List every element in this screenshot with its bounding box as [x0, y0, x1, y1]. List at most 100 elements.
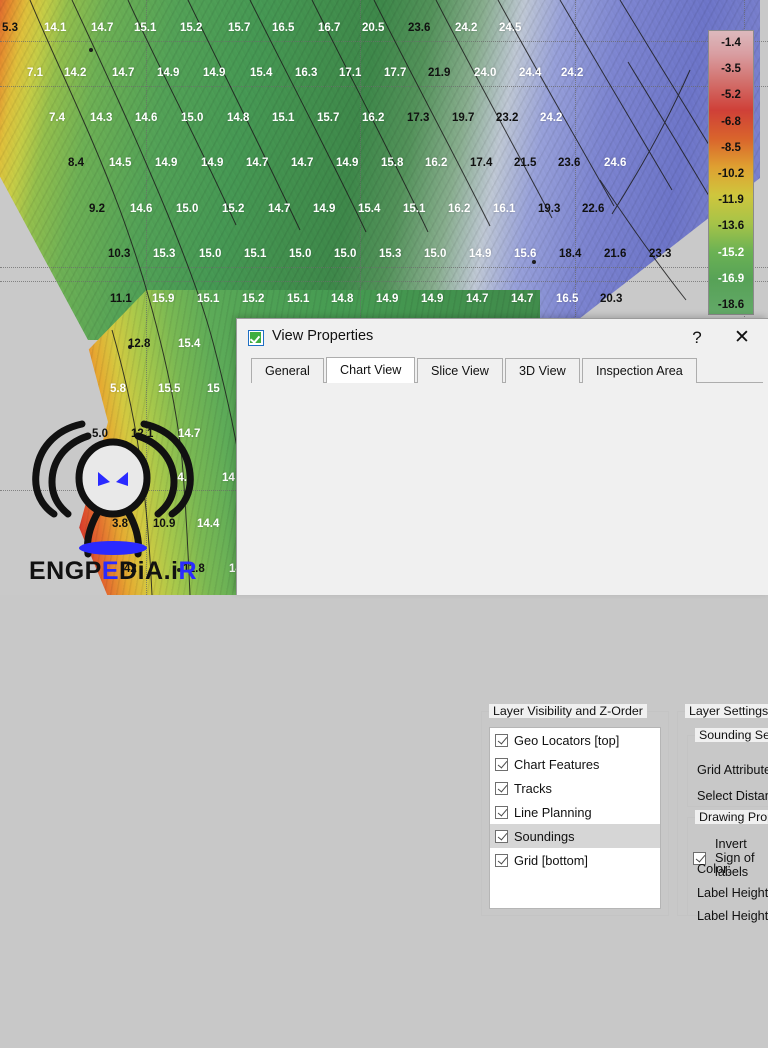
sounding-label: 7.1	[27, 67, 43, 79]
graticule-line-horizontal	[0, 281, 768, 282]
sounding-label: 5.3	[2, 22, 18, 34]
tab-strip[interactable]: General Chart View Slice View 3D View Inspec…	[237, 357, 768, 383]
layer-visibility-group-title: Layer Visibility and Z-Order	[489, 704, 647, 718]
sounding-label: 14.2	[64, 67, 87, 79]
layer-list-item[interactable]: Soundings	[490, 824, 660, 848]
tab-3d-view[interactable]: 3D View	[505, 358, 580, 383]
watermark-text: ENGPEDiA.iR	[10, 557, 216, 586]
view-properties-dialog[interactable]: View Properties ? ✕ General Chart View Sli…	[236, 318, 768, 923]
layer-list-item[interactable]: Tracks	[490, 776, 660, 800]
sounding-label: 16.5	[272, 22, 295, 34]
sounding-label: 19.3	[538, 203, 561, 215]
layer-list-item[interactable]: Grid [bottom]	[490, 848, 660, 872]
depth-color-scale[interactable]: -1.4 -3.5 -5.2 -6.8 -8.5 -10.2 -11.9 -13.6 -15.2…	[708, 30, 754, 315]
sounding-label: 14.6	[135, 112, 158, 124]
sounding-label: 14.7	[511, 293, 534, 305]
layer-visibility-checkbox[interactable]	[495, 805, 508, 819]
watermark-text-3: DiA.i	[119, 557, 179, 585]
sounding-label: 15.4	[178, 338, 201, 350]
sounding-label: 15.3	[379, 248, 402, 260]
sounding-label: 5.8	[110, 383, 126, 395]
sounding-label: 14.7	[466, 293, 489, 305]
layer-visibility-checkbox[interactable]	[495, 757, 508, 771]
sounding-label: 9.2	[89, 203, 105, 215]
sounding-label: 17.7	[384, 67, 407, 79]
sounding-label: 15.4	[358, 203, 381, 215]
layer-visibility-checkbox[interactable]	[495, 829, 508, 843]
tab-slice-view[interactable]: Slice View	[417, 358, 503, 383]
layer-visibility-checkbox[interactable]	[495, 781, 508, 795]
label-height-label: Label Height:	[697, 909, 768, 923]
sounding-label: 16.5	[556, 293, 579, 305]
sounding-label: 23.6	[558, 157, 581, 169]
sounding-label: 8.4	[68, 157, 84, 169]
sounding-label: 15.1	[244, 248, 267, 260]
sounding-label: 18.4	[559, 248, 582, 260]
sounding-label: 15.7	[317, 112, 340, 124]
spider-logo-icon	[32, 420, 194, 558]
sounding-label: 15.7	[228, 22, 251, 34]
layer-list-item[interactable]: Geo Locators [top]	[490, 728, 660, 752]
graticule-line-horizontal	[0, 41, 768, 42]
sounding-label: 15.2	[242, 293, 265, 305]
sounding-label: 23.6	[408, 22, 431, 34]
sounding-label: 16.2	[362, 112, 385, 124]
sounding-label: 23.2	[496, 112, 519, 124]
sounding-label: 24.2	[561, 67, 584, 79]
sounding-label: 15.1	[272, 112, 295, 124]
sounding-label: 15.5	[158, 383, 181, 395]
sounding-label: 24.4	[519, 67, 542, 79]
layer-visibility-checkbox[interactable]	[495, 853, 508, 867]
color-scale-tick-label: -3.5	[721, 63, 741, 76]
sounding-label: 15.0	[176, 203, 199, 215]
sounding-label: 21.9	[428, 67, 451, 79]
help-button[interactable]: ?	[684, 325, 710, 351]
sounding-label: 14.3	[90, 112, 113, 124]
sounding-label: 15	[207, 383, 220, 395]
sounding-label: 17.3	[407, 112, 430, 124]
sounding-label: 14.8	[227, 112, 250, 124]
sounding-label: 10.3	[108, 248, 131, 260]
close-button[interactable]: ✕	[722, 323, 762, 353]
watermark-engpedia: ENGPEDiA.iR	[10, 396, 216, 588]
sounding-label: 16.2	[448, 203, 471, 215]
layer-list-item[interactable]: Line Planning	[490, 800, 660, 824]
sounding-label: 15.6	[514, 248, 537, 260]
dialog-titlebar[interactable]: View Properties ? ✕	[237, 319, 768, 357]
sounding-label: 23.3	[649, 248, 672, 260]
color-scale-tick-label: -18.6	[717, 299, 745, 311]
tab-inspection-area[interactable]: Inspection Area	[582, 358, 697, 383]
sounding-selection-title: Sounding Selection	[695, 728, 768, 742]
layer-list-item[interactable]: Chart Features	[490, 752, 660, 776]
layer-list-item-label: Grid [bottom]	[514, 852, 588, 868]
sounding-label: 24.6	[604, 157, 627, 169]
sounding-label: 14.7	[268, 203, 291, 215]
sounding-label: 21.5	[514, 157, 537, 169]
color-scale-tick-label: -8.5	[721, 141, 741, 154]
sounding-label: 15.0	[181, 112, 204, 124]
view-properties-icon	[248, 330, 264, 346]
color-scale-tick-label: -1.4	[721, 37, 741, 49]
sounding-label: 14	[222, 472, 235, 484]
sounding-label: 24.2	[455, 22, 478, 34]
sounding-label: 14.7	[291, 157, 314, 169]
color-scale-tick-label: -16.9	[717, 272, 745, 285]
sounding-label: 24.2	[540, 112, 563, 124]
sounding-label: 16.3	[295, 67, 318, 79]
layer-visibility-list[interactable]: Geo Locators [top] Chart Features Tracks Li…	[489, 727, 661, 909]
bathymetry-shading-north	[0, 0, 760, 340]
layer-visibility-checkbox[interactable]	[495, 733, 508, 747]
sounding-label: 14.9	[313, 203, 336, 215]
sounding-label: 16.2	[425, 157, 448, 169]
sounding-label: 21.6	[604, 248, 627, 260]
sounding-label: 17.1	[339, 67, 362, 79]
sounding-label: 14.7	[91, 22, 114, 34]
sounding-label: 11.1	[110, 293, 132, 305]
color-scale-tick-label: -10.2	[717, 168, 745, 180]
sounding-label: 15.1	[403, 203, 426, 215]
layer-list-item-label: Chart Features	[514, 756, 600, 772]
tab-chart-view[interactable]: Chart View	[326, 357, 416, 383]
sounding-label: 14.9	[157, 67, 180, 79]
sounding-label: 15.0	[334, 248, 357, 260]
tab-general[interactable]: General	[251, 358, 324, 383]
